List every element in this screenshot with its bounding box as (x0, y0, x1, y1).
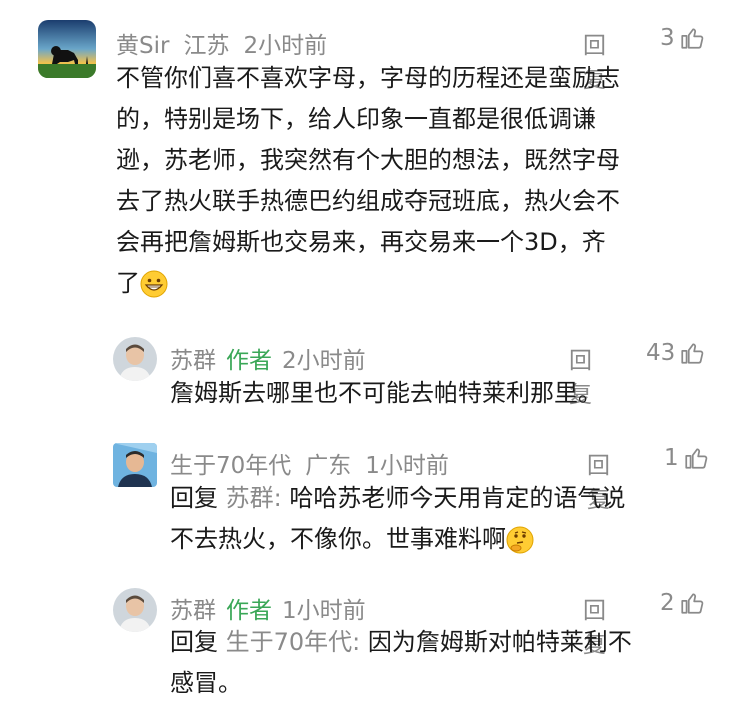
person-avatar-icon (113, 443, 157, 487)
reply-to-user[interactable]: 苏群: (226, 484, 282, 512)
text-line: 回复 生于70年代: 因为詹姆斯对帕特莱利不 (170, 628, 632, 656)
avatar[interactable] (38, 20, 96, 78)
text-line: 了 (116, 263, 716, 304)
text-line: 会再把詹姆斯也交易来，再交易来一个3D，齐 (116, 228, 606, 256)
reply-text: 回复 生于70年代: 因为詹姆斯对帕特莱利不 感冒。 (170, 622, 715, 704)
thumbs-up-icon (681, 593, 703, 614)
text-line: 不去热火，不像你。世事难料啊 (170, 519, 715, 560)
like-button[interactable]: 43 (646, 340, 705, 366)
username[interactable]: 苏群 (170, 348, 216, 374)
grin-emoji-icon (140, 270, 168, 298)
text-line: 回复 苏群: 哈哈苏老师今天用肯定的语气说 (170, 484, 626, 512)
avatar[interactable] (113, 588, 157, 632)
location: 广东 (305, 453, 352, 479)
text-line: 逊，苏老师，我突然有个大胆的想法，既然字母 (116, 146, 620, 174)
reply-meta: 生于70年代 广东 1小时前 (170, 446, 449, 480)
comment-meta: 黄Sir 江苏 2小时前 (116, 26, 327, 60)
lion-sunset-avatar-icon (38, 20, 96, 78)
like-count: 3 (660, 25, 675, 51)
location: 江苏 (183, 33, 230, 59)
username[interactable]: 黄Sir (116, 33, 169, 59)
like-count: 2 (660, 590, 675, 616)
author-badge: 作者 (226, 598, 272, 624)
person-avatar-icon (113, 588, 157, 632)
avatar[interactable] (113, 443, 157, 487)
text-line: 去了热火联手热德巴约组成夺冠班底，热火会不 (116, 187, 620, 215)
avatar[interactable] (113, 337, 157, 381)
reply-text: 回复 苏群: 哈哈苏老师今天用肯定的语气说 不去热火，不像你。世事难料啊 (170, 478, 715, 560)
text-line: 詹姆斯去哪里也不可能去帕特莱利那里。 (170, 379, 602, 407)
thinking-emoji-icon (506, 526, 534, 554)
username[interactable]: 苏群 (170, 598, 216, 624)
like-button[interactable]: 3 (660, 25, 705, 51)
like-count: 1 (664, 445, 679, 471)
thumbs-up-icon (685, 448, 707, 469)
timestamp: 1小时前 (282, 598, 366, 624)
reply-meta: 苏群 作者 2小时前 (170, 341, 366, 375)
reply-to-user[interactable]: 生于70年代: (226, 628, 361, 656)
timestamp: 2小时前 (243, 33, 328, 59)
like-button[interactable]: 1 (664, 445, 709, 471)
text-line: 不管你们喜不喜欢字母，字母的历程还是蛮励志 (116, 64, 620, 92)
thumbs-up-icon (681, 343, 704, 364)
reply-meta: 苏群 作者 1小时前 (170, 591, 366, 625)
thumbs-up-icon (681, 28, 703, 49)
text-line: 感冒。 (170, 669, 242, 697)
username[interactable]: 生于70年代 (170, 453, 291, 479)
text-line: 的，特别是场下，给人印象一直都是很低调谦 (116, 105, 596, 133)
like-count: 43 (646, 340, 676, 366)
reply-text: 詹姆斯去哪里也不可能去帕特莱利那里。 (170, 373, 710, 414)
author-badge: 作者 (226, 348, 272, 374)
like-button[interactable]: 2 (660, 590, 705, 616)
timestamp: 1小时前 (365, 453, 449, 479)
person-avatar-icon (113, 337, 157, 381)
comment-text: 不管你们喜不喜欢字母，字母的历程还是蛮励志 的，特别是场下，给人印象一直都是很低… (116, 58, 716, 304)
timestamp: 2小时前 (282, 348, 366, 374)
